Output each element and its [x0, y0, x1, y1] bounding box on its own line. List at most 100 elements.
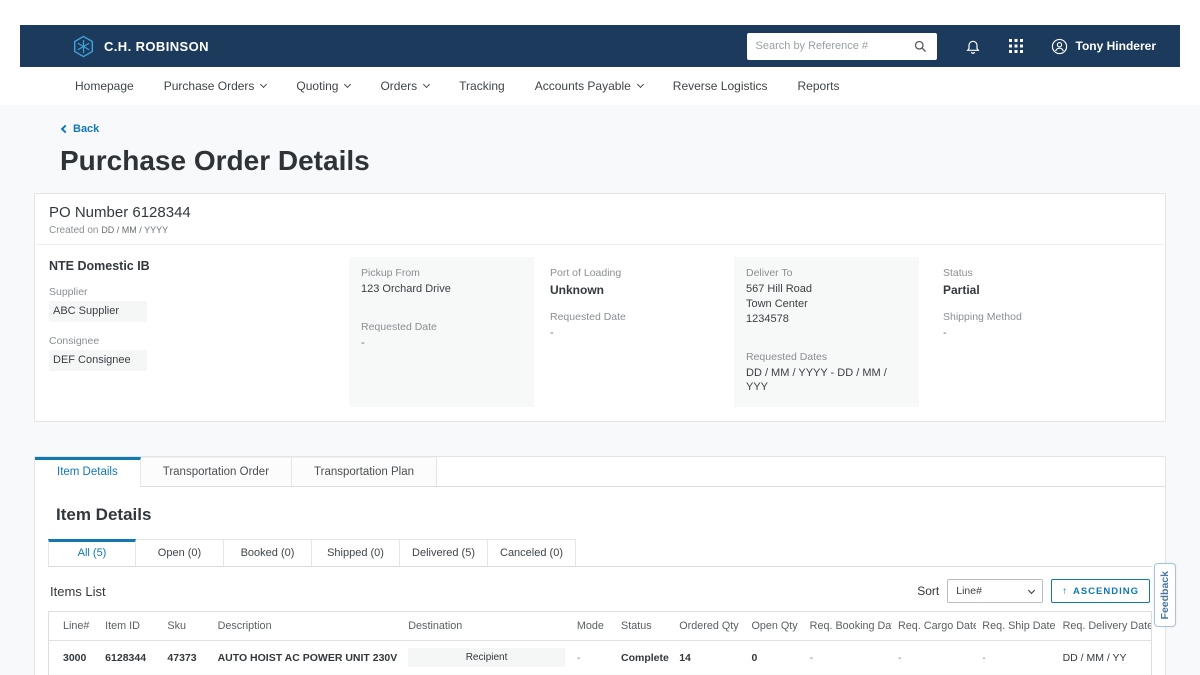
back-button[interactable]: Back	[62, 123, 99, 135]
chevron-down-icon	[637, 81, 644, 88]
cell-status: Complete	[615, 641, 673, 675]
table-row[interactable]: 3000612834447373AUTO HOIST AC POWER UNIT…	[49, 641, 1151, 675]
chevron-left-icon	[61, 125, 69, 133]
cell-req-ship-date: -	[976, 641, 1056, 675]
chevron-down-icon	[423, 81, 430, 88]
cell-ordered-qty: 14	[673, 641, 745, 675]
notifications-button[interactable]	[965, 38, 981, 54]
tab-transportation-plan[interactable]: Transportation Plan	[292, 457, 437, 486]
col-description: Description	[212, 612, 403, 641]
po-created-value: DD / MM / YYYY	[101, 225, 168, 235]
tabs-bar: Item DetailsTransportation OrderTranspor…	[35, 457, 1165, 487]
nav-item-quoting[interactable]: Quoting	[296, 79, 350, 93]
col-req-booking-date: Req. Booking Date	[804, 612, 892, 641]
cell-req-booking-date: -	[804, 641, 892, 675]
search-input[interactable]	[756, 40, 913, 52]
nav-item-homepage[interactable]: Homepage	[75, 79, 134, 93]
chevron-down-icon	[344, 81, 351, 88]
search-icon[interactable]	[913, 39, 928, 54]
deliver-requested-dates-value: DD / MM / YYYY - DD / MM / YYY	[746, 366, 907, 396]
chrobinson-hexagon-icon	[72, 35, 95, 58]
chevron-down-icon	[1028, 587, 1035, 594]
nav-item-tracking[interactable]: Tracking	[459, 79, 505, 93]
col-item-id: Item ID	[99, 612, 161, 641]
tab-item-details[interactable]: Item Details	[35, 457, 141, 487]
arrow-up-icon: ↑	[1062, 586, 1068, 597]
subtab-booked-0[interactable]: Booked (0)	[224, 539, 312, 566]
sort-direction-button[interactable]: ↑ ASCENDING	[1051, 579, 1150, 603]
table-header-row: Line#Item IDSkuDescriptionDestinationMod…	[49, 612, 1151, 641]
nav-item-accounts-payable[interactable]: Accounts Payable	[535, 79, 643, 93]
supplier-label: Supplier	[49, 286, 349, 298]
subtab-all-5[interactable]: All (5)	[48, 539, 136, 566]
subtab-delivered-5[interactable]: Delivered (5)	[400, 539, 488, 566]
status-label: Status	[943, 267, 1022, 279]
apps-button[interactable]	[1009, 39, 1023, 53]
items-table-wrap: Line#Item IDSkuDescriptionDestinationMod…	[48, 611, 1152, 675]
subtab-shipped-0[interactable]: Shipped (0)	[312, 539, 400, 566]
page-title: Purchase Order Details	[60, 145, 1200, 177]
po-created: Created on DD / MM / YYYY	[49, 225, 1151, 236]
port-requested-date-label: Requested Date	[550, 311, 730, 323]
col-sku: Sku	[161, 612, 211, 641]
supplier-value: ABC Supplier	[49, 301, 147, 322]
user-name: Tony Hinderer	[1076, 39, 1156, 53]
cell-line: 3000	[49, 641, 99, 675]
subtab-canceled-0[interactable]: Canceled (0)	[488, 539, 576, 566]
reference-searchbox	[747, 33, 937, 60]
pickup-from-value: 123 Orchard Drive	[361, 282, 522, 297]
col-req-ship-date: Req. Ship Date	[976, 612, 1056, 641]
cell-open-qty: 0	[745, 641, 803, 675]
shipping-method-value: -	[943, 326, 1022, 341]
sort-select[interactable]: Line#	[947, 579, 1043, 603]
nav-item-reports[interactable]: Reports	[798, 79, 840, 93]
sort-selected-value: Line#	[956, 585, 982, 597]
po-created-label: Created on	[49, 225, 98, 236]
deliver-to-label: Deliver To	[746, 267, 907, 279]
nav-item-label: Homepage	[75, 79, 134, 93]
feedback-button[interactable]: Feedback	[1154, 563, 1176, 627]
col-destination: Destination	[402, 612, 571, 641]
subtab-open-0[interactable]: Open (0)	[136, 539, 224, 566]
cell-destination: Recipient	[402, 641, 571, 675]
col-req-cargo-date: Req. Cargo Date	[892, 612, 976, 641]
col-line: Line#	[49, 612, 99, 641]
user-menu[interactable]: Tony Hinderer	[1051, 38, 1156, 55]
pickup-requested-date-value: -	[361, 336, 522, 351]
deliver-requested-dates-label: Requested Dates	[746, 351, 907, 363]
cell-item-id: 6128344	[99, 641, 161, 675]
top-navbar: C.H. ROBINSON Tony Hinderer	[20, 25, 1180, 67]
chevron-down-icon	[260, 81, 267, 88]
deliver-to-line-2: Town Center	[746, 297, 907, 312]
bell-icon	[965, 38, 981, 54]
user-avatar-icon	[1051, 38, 1068, 55]
consignee-label: Consignee	[49, 335, 349, 347]
nav-item-label: Tracking	[459, 79, 505, 93]
secondary-nav: Homepage Purchase Orders Quoting Orders Trac…	[20, 67, 1180, 105]
cell-mode: -	[571, 641, 615, 675]
nav-item-purchase-orders[interactable]: Purchase Orders	[164, 79, 267, 93]
sort-controls: Sort Line# ↑ ASCENDING	[917, 579, 1150, 603]
nav-item-label: Reports	[798, 79, 840, 93]
sort-label: Sort	[917, 584, 939, 598]
brand-logo[interactable]: C.H. ROBINSON	[72, 35, 209, 58]
po-number: PO Number 6128344	[49, 204, 1151, 221]
cell-req-delivery-date: DD / MM / YY	[1057, 641, 1151, 675]
deliver-to-line-3: 1234578	[746, 312, 907, 327]
section-heading: Item Details	[56, 505, 1152, 525]
brand-name: C.H. ROBINSON	[104, 39, 209, 54]
po-card-header: PO Number 6128344 Created on DD / MM / Y…	[35, 194, 1165, 245]
details-card: Item DetailsTransportation OrderTranspor…	[34, 456, 1166, 675]
items-table-body: 3000612834447373AUTO HOIST AC POWER UNIT…	[49, 641, 1151, 675]
shipping-method-label: Shipping Method	[943, 311, 1022, 323]
status-subtabs: All (5)Open (0)Booked (0)Shipped (0)Deli…	[48, 539, 1152, 567]
tab-transportation-order[interactable]: Transportation Order	[141, 457, 292, 486]
nav-item-reverse-logistics[interactable]: Reverse Logistics	[673, 79, 768, 93]
cell-sku: 47373	[161, 641, 211, 675]
status-column: Status Partial Shipping Method -	[919, 257, 1022, 407]
ascending-label: ASCENDING	[1073, 586, 1139, 597]
main-content: Back Purchase Order Details PO Number 61…	[0, 105, 1200, 675]
col-status: Status	[615, 612, 673, 641]
consignee-value: DEF Consignee	[49, 350, 147, 371]
nav-item-orders[interactable]: Orders	[380, 79, 429, 93]
